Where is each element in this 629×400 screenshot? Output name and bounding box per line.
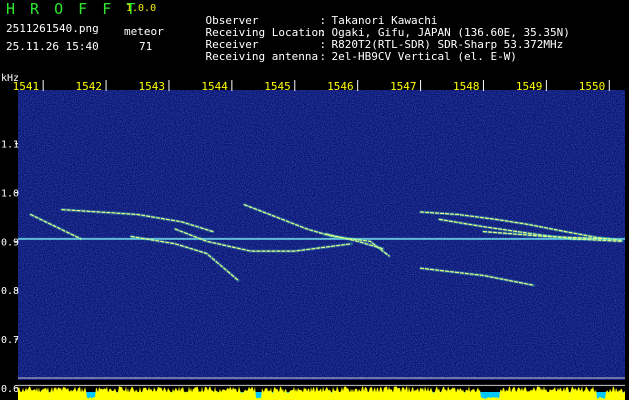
x-tick-label: 1546 [327,80,354,93]
x-tick-label: 1544 [201,80,228,93]
antenna-row: Receiving antenna: 2el-HB9CV Vertical (el… [179,40,517,73]
spectrogram: 1541 1542 1543 1544 1545 1546 1547 1548 1549 1550… [1,80,625,400]
antenna-key: Receiving antenna [205,50,319,63]
meteor-label: meteor [124,25,164,38]
app-version: 1.0.0 [126,3,157,14]
app-title: H R O F F T [6,0,139,18]
y-tick-label: 0.8 [1,286,19,297]
noise-strip [18,386,625,400]
y-tick-label: 1.1 [1,140,19,151]
x-tick-label: 1547 [390,80,417,93]
antenna-sep: : [319,50,327,63]
timestamp: 25.11.26 15:40 [6,40,99,53]
x-tick-label: 1549 [516,80,543,93]
y-tick-label: 0.9 [1,237,19,248]
x-tick-label: 1548 [453,80,480,93]
x-tick-label: 1550 [579,80,606,93]
x-tick-label: 1543 [138,80,165,93]
y-tick-label: 1.0 [1,189,19,200]
x-tick-label: 1542 [76,80,103,93]
x-tick-label: 1545 [264,80,291,93]
antenna-value: 2el-HB9CV Vertical (el. E-W) [331,50,517,63]
meteor-count: 71 [139,40,153,53]
y-tick-label: 0.6 [1,384,19,395]
file-name: 2511261540.png [6,22,99,35]
y-tick-label: 0.7 [1,335,19,346]
x-tick-label: 1541 [13,80,40,93]
header-panel: H R O F F T 1.0.0 2511261540.png meteor … [0,0,629,72]
